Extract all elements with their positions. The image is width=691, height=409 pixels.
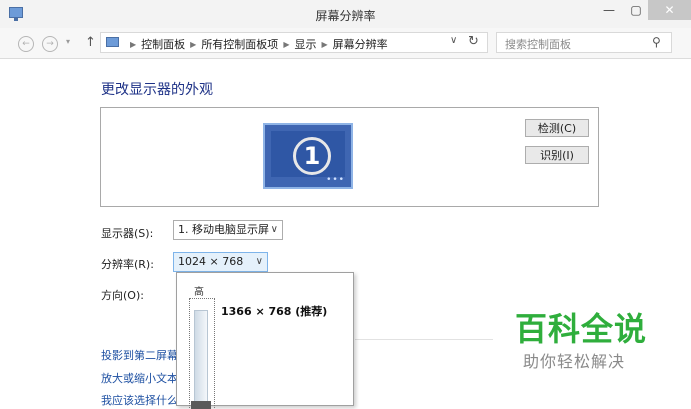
- breadcrumb-separator-icon[interactable]: ▶: [190, 40, 196, 49]
- resolution-dropdown-popup: 高 1366 × 768 (推荐): [176, 272, 354, 409]
- up-arrow-icon[interactable]: ↑: [85, 35, 96, 50]
- back-icon[interactable]: ←: [18, 36, 34, 52]
- watermark-subtitle: 助你轻松解决: [523, 352, 626, 371]
- page-title: 更改显示器的外观: [101, 82, 213, 98]
- resolution-option-recommended[interactable]: 1366 × 768 (推荐): [221, 303, 327, 319]
- address-bar[interactable]: ▶ 控制面板 ▶ 所有控制面板项 ▶ 显示 ▶ 屏幕分辨率 ∨ ↻: [100, 32, 488, 53]
- slider-high-label: 高: [194, 287, 204, 298]
- window-title: 屏幕分辨率: [315, 9, 376, 23]
- forward-icon[interactable]: →: [42, 36, 58, 52]
- display-label: 显示器(S):: [101, 227, 154, 240]
- monitor-preview-panel: 1 ••• 检测(C) 识别(I): [100, 107, 599, 207]
- breadcrumb-control-panel[interactable]: 控制面板: [141, 38, 185, 51]
- maximize-button[interactable]: ▢: [623, 0, 649, 20]
- resolution-slider-thumb[interactable]: [191, 401, 211, 409]
- divider: [355, 339, 493, 340]
- display-select-value: 1. 移动电脑显示屏: [178, 223, 269, 236]
- chevron-down-icon: ∨: [255, 256, 263, 267]
- search-icon[interactable]: ⚲: [652, 35, 661, 49]
- minimize-button[interactable]: —: [596, 0, 622, 20]
- monitor-number: 1: [293, 137, 331, 175]
- detect-button[interactable]: 检测(C): [525, 119, 589, 137]
- watermark-title: 百科全说: [515, 310, 648, 348]
- chevron-down-icon: ∨: [270, 224, 278, 235]
- control-panel-icon: [106, 37, 119, 47]
- close-button[interactable]: ✕: [648, 0, 691, 20]
- resolution-label: 分辨率(R):: [101, 258, 154, 271]
- search-box[interactable]: 搜索控制面板 ⚲: [496, 32, 672, 53]
- breadcrumb-separator-icon[interactable]: ▶: [283, 40, 289, 49]
- address-dropdown-icon[interactable]: ∨: [450, 35, 457, 46]
- breadcrumb: ▶ 控制面板 ▶ 所有控制面板项 ▶ 显示 ▶ 屏幕分辨率: [125, 36, 388, 52]
- refresh-icon[interactable]: ↻: [468, 34, 479, 49]
- resolution-slider-track[interactable]: [194, 310, 208, 407]
- link-resize-text[interactable]: 放大或缩小文本: [101, 370, 178, 386]
- watermark: 百科全说 助你轻松解决: [515, 312, 647, 372]
- breadcrumb-all-items[interactable]: 所有控制面板项: [201, 38, 278, 51]
- resolution-select-value: 1024 × 768: [178, 255, 244, 268]
- breadcrumb-separator-icon[interactable]: ▶: [130, 40, 136, 49]
- search-input[interactable]: 搜索控制面板: [505, 36, 571, 52]
- orientation-label: 方向(O):: [101, 289, 144, 302]
- resolution-select[interactable]: 1024 × 768 ∨: [173, 252, 268, 272]
- display-select[interactable]: 1. 移动电脑显示屏 ∨: [173, 220, 283, 240]
- monitor-1-icon[interactable]: 1 •••: [263, 123, 353, 189]
- identify-button[interactable]: 识别(I): [525, 146, 589, 164]
- link-project-second-screen[interactable]: 投影到第二屏幕: [101, 347, 178, 363]
- recent-pages-chevron-icon[interactable]: ▾: [66, 37, 70, 46]
- breadcrumb-screen-resolution[interactable]: 屏幕分辨率: [333, 38, 388, 51]
- breadcrumb-separator-icon[interactable]: ▶: [321, 40, 327, 49]
- navigation-bar: ← → ▾ ↑ ▶ 控制面板 ▶ 所有控制面板项 ▶ 显示 ▶ 屏幕分辨率 ∨ ↻ 搜索控制面…: [0, 28, 691, 59]
- monitor-screen: 1: [271, 131, 345, 177]
- title-bar: 屏幕分辨率 — ▢ ✕: [0, 0, 691, 28]
- monitor-dots: •••: [326, 175, 345, 185]
- breadcrumb-display[interactable]: 显示: [294, 38, 316, 51]
